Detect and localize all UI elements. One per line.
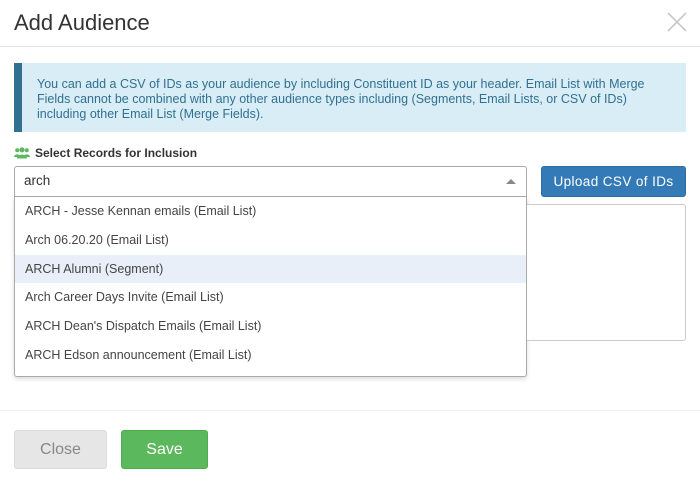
records-select[interactable] [14,166,527,197]
records-search-input[interactable] [24,173,484,188]
records-label: Select Records for Inclusion [35,146,198,160]
records-dropdown: ARCH - Jesse Kennan emails (Email List) … [14,197,527,377]
save-button[interactable]: Save [121,430,208,469]
dropdown-option[interactable]: ARCH Dean's Dispatch Emails (Email List) [15,312,526,341]
header-divider [0,46,700,47]
dropdown-option-highlighted[interactable]: ARCH Alumni (Segment) [15,254,526,284]
close-button[interactable]: Close [14,430,107,469]
info-alert-text: You can add a CSV of IDs as your audienc… [37,77,645,121]
records-section-label: Select Records for Inclusion [14,146,197,160]
upload-csv-button[interactable]: Upload CSV of IDs [541,166,686,197]
dialog-title: Add Audience [14,10,150,35]
csv-ids-textarea[interactable] [527,204,686,341]
footer-divider [0,410,700,411]
info-alert: You can add a CSV of IDs as your audienc… [14,63,686,132]
dropdown-option[interactable]: Arch 06.20.20 (Email List) [15,226,526,255]
dropdown-option[interactable]: Arch Career Days Invite (Email List) [15,283,526,312]
users-icon [14,147,30,159]
dropdown-option[interactable]: ARCH Edson announcement (Email List) [15,341,526,370]
close-icon[interactable] [664,9,690,35]
caret-up-icon[interactable] [506,179,516,184]
dropdown-option[interactable]: ARCH - Jesse Kennan emails (Email List) [15,197,526,226]
